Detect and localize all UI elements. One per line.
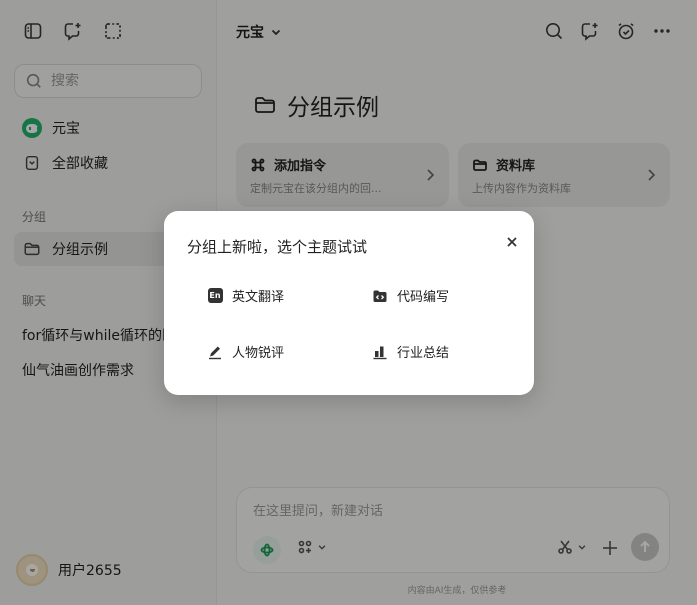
english-icon: En [207, 288, 223, 304]
bar-chart-icon [372, 344, 388, 360]
modal-title: 分组上新啦，选个主题试试 [187, 238, 368, 256]
code-icon [372, 288, 388, 304]
close-icon[interactable] [506, 233, 520, 247]
topic-industry-summary[interactable]: 行业总结 [372, 342, 449, 361]
topic-code-writing[interactable]: 代码编写 [372, 286, 449, 305]
topic-label: 代码编写 [397, 290, 450, 305]
topic-label: 行业总结 [397, 346, 450, 361]
pen-icon [207, 344, 223, 360]
topic-character-review[interactable]: 人物锐评 [207, 342, 284, 361]
topic-modal: 分组上新啦，选个主题试试 En 英文翻译 代码编写 人物锐评 行业总结 [164, 211, 534, 395]
topic-english-translation[interactable]: En 英文翻译 [207, 286, 284, 305]
topic-label: 人物锐评 [232, 346, 285, 361]
app-window: 元宝 全部收藏 分组 分组示例 聊天 for循环与while循环的区 仙气油画创… [0, 0, 697, 605]
topic-label: 英文翻译 [232, 290, 285, 305]
